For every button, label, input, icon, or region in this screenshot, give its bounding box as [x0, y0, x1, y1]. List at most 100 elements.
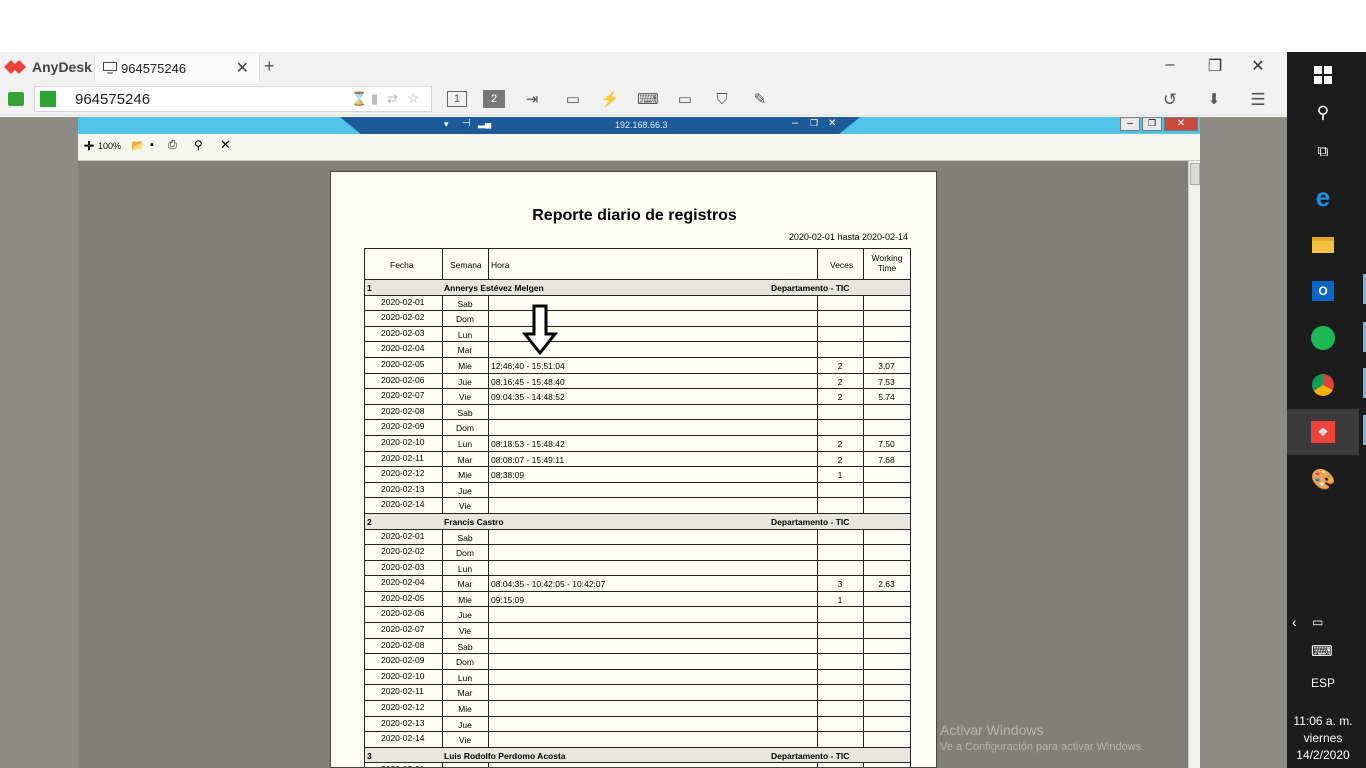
table-row: 2020-02-13 Jue: [364, 482, 911, 499]
table-row: 2020-02-07 Vie 09:04:35 - 14:48:52 2 5.74: [364, 389, 911, 405]
monitor-1-button[interactable]: 1: [447, 91, 467, 107]
veces-cell: 2: [837, 360, 843, 371]
table-row: 2020-02-12 Mie 08:38:09 1: [364, 467, 911, 483]
address-input[interactable]: 964575246: [75, 91, 150, 108]
remote-ip: 192.168.66.3: [615, 120, 668, 130]
clock-time: 11:06 a. m.: [1293, 714, 1353, 728]
semana-cell: Mar: [457, 454, 473, 465]
header-semana: Semana: [450, 260, 482, 270]
employee-group-row: 1 Annerys Estévez Melgen Departamento - TI…: [364, 280, 911, 296]
paint-icon[interactable]: 🎨: [1287, 456, 1359, 502]
employee-group-row: 2 Francis Castro Departamento - TIC: [364, 513, 911, 530]
save-icon[interactable]: ▪: [150, 139, 154, 151]
table-row: 2020-02-08 Sab: [364, 404, 911, 421]
touch-keyboard-icon[interactable]: ⌨: [1311, 642, 1333, 660]
hourglass-icon: ⌛: [351, 91, 368, 106]
open-folder-icon[interactable]: 📂: [131, 139, 145, 152]
semana-cell: Vie: [458, 501, 472, 512]
battery-icon[interactable]: ▭: [1312, 615, 1323, 629]
anydesk-tab-bar: AnyDesk 964575246 ✕ + – ❐ ✕: [0, 52, 1287, 82]
show-hidden-icons-chevron-icon[interactable]: ‹: [1292, 614, 1297, 630]
task-view-icon[interactable]: ⧉: [1287, 128, 1359, 174]
permissions-shield-icon[interactable]: ⛉: [712, 90, 732, 110]
fecha-cell: 2020-02-08: [381, 639, 425, 650]
download-icon[interactable]: ⬇: [1204, 90, 1224, 110]
rdp-restore-icon[interactable]: ❐: [810, 118, 818, 129]
veces-cell: 2: [837, 392, 843, 403]
scrollbar-thumb[interactable]: [1190, 163, 1200, 185]
remote-minimize-icon[interactable]: –: [1120, 117, 1140, 131]
fecha-cell: 2020-02-05: [381, 358, 425, 369]
clock[interactable]: 11:06 a. m. viernes 14/2/2020: [1287, 713, 1359, 764]
semana-cell: Lun: [457, 438, 473, 449]
chat-icon[interactable]: ▭: [563, 90, 583, 110]
session-tab[interactable]: 964575246 ✕: [94, 54, 260, 82]
history-icon[interactable]: ↺: [1160, 90, 1180, 110]
monitor-2-button[interactable]: 2: [483, 90, 505, 108]
fecha-cell: 2020-02-07: [381, 390, 425, 401]
report-vertical-scrollbar[interactable]: [1188, 161, 1200, 768]
semana-cell: Dom: [456, 423, 474, 434]
table-row: 2020-02-03 Lun: [364, 560, 911, 577]
semana-cell: Mie: [458, 594, 472, 605]
activate-windows-title: Activar Windows: [940, 722, 1044, 738]
outlook-icon[interactable]: O: [1287, 268, 1359, 314]
print-icon[interactable]: ⎙: [168, 139, 177, 152]
fecha-cell: 2020-02-13: [381, 717, 425, 728]
hora-cell: 09:04:35 - 14:48:52: [491, 392, 565, 403]
rdp-pin-icon[interactable]: ⊣: [462, 118, 471, 129]
chrome-icon[interactable]: [1287, 362, 1359, 408]
find-binoculars-icon[interactable]: ⚲: [194, 138, 203, 152]
veces-cell: 2: [837, 454, 843, 465]
fecha-cell: 2020-02-11: [381, 452, 424, 463]
report-date-range: 2020-02-01 hasta 2020-02-14: [788, 232, 908, 242]
anydesk-taskbar-icon[interactable]: ❖: [1287, 409, 1359, 455]
semana-cell: Mie: [458, 470, 472, 481]
keyboard-icon[interactable]: ⌨: [637, 90, 659, 110]
restore-icon[interactable]: ❐: [1195, 56, 1235, 76]
minimize-icon[interactable]: –: [1150, 56, 1190, 74]
spotify-icon[interactable]: [1287, 315, 1359, 361]
display-icon[interactable]: ▭: [675, 90, 695, 110]
actions-lightning-icon[interactable]: ⚡: [600, 90, 620, 110]
zoom-icon[interactable]: ✛: [84, 139, 94, 153]
close-tab-icon[interactable]: ✕: [236, 58, 249, 78]
table-row: 2020-02-04 Mar: [364, 342, 911, 358]
address-bar[interactable]: 964575246 ⌛ ▮ ⇄ ☆: [34, 86, 432, 112]
fecha-cell: 2020-02-02: [381, 546, 425, 557]
table-row: 2020-02-05 Mie 09:15:09 1: [364, 591, 911, 608]
file-explorer-icon[interactable]: [1287, 222, 1359, 268]
edge-browser-icon[interactable]: e: [1287, 174, 1359, 220]
veces-cell: 3: [837, 579, 843, 590]
close-viewer-icon[interactable]: ✕: [220, 137, 231, 153]
semana-cell: Jue: [458, 376, 472, 387]
input-language[interactable]: ESP: [1287, 676, 1359, 690]
rdp-minimize-icon[interactable]: –: [792, 117, 798, 129]
table-row: 2020-02-07 Vie: [364, 623, 911, 639]
switch-sides-icon[interactable]: ⇥: [522, 90, 542, 110]
table-row: 2020-02-09 Dom: [364, 654, 911, 670]
close-window-icon[interactable]: ✕: [1238, 56, 1278, 76]
zoom-level[interactable]: 100%: [98, 141, 121, 151]
remote-close-icon[interactable]: ✕: [1164, 117, 1198, 131]
table-row: 2020-02-10 Lun 08:18:53 - 15:48:42 2 7.50: [364, 435, 911, 452]
rdp-close-icon[interactable]: ✕: [828, 118, 836, 129]
fecha-cell: 2020-02-12: [381, 468, 425, 479]
rdp-dropdown-icon[interactable]: ▾: [444, 119, 449, 130]
table-row: 2020-02-06 Jue 08:16:45 - 15:48:40 2 7.53: [364, 373, 911, 390]
semana-cell: Jue: [458, 719, 472, 730]
menu-icon[interactable]: ☰: [1248, 90, 1268, 110]
table-row: 2020-02-01: [364, 763, 911, 767]
remote-restore-icon[interactable]: ❐: [1142, 117, 1162, 131]
fecha-cell: 2020-02-01: [381, 764, 424, 767]
table-row: 2020-02-12 Mie: [364, 701, 911, 717]
favorite-star-icon[interactable]: ☆: [407, 90, 420, 107]
semana-cell: Mar: [457, 579, 473, 590]
semana-cell: Dom: [456, 314, 474, 325]
semana-cell: Vie: [458, 626, 472, 637]
employee-name: Annerys Estévez Melgen: [444, 283, 544, 293]
veces-cell: 2: [837, 376, 843, 387]
new-tab-icon[interactable]: +: [264, 56, 275, 77]
draw-pen-icon[interactable]: ✎: [750, 90, 770, 110]
fecha-cell: 2020-02-09: [381, 421, 425, 432]
